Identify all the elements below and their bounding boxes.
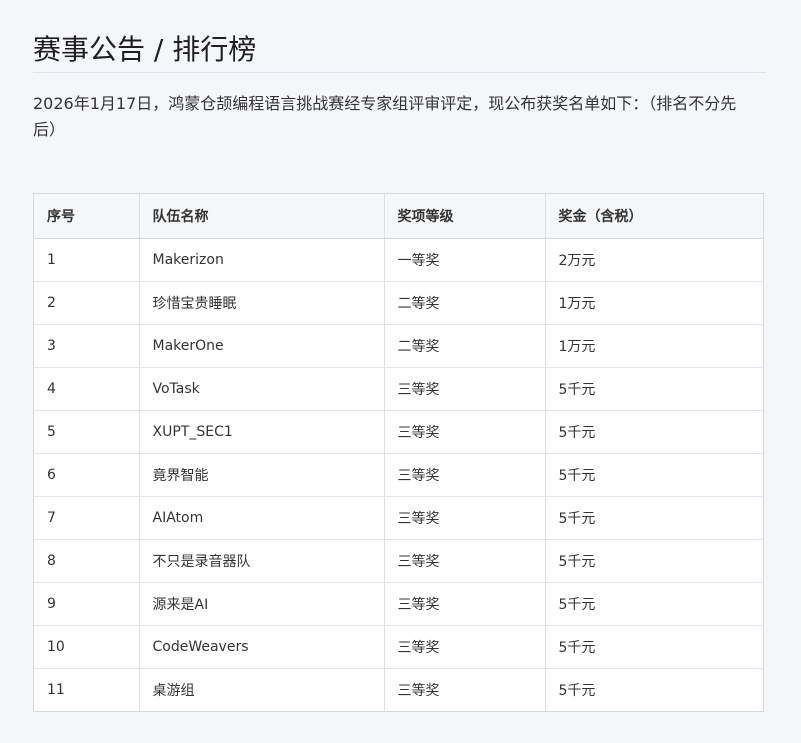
cell-rank: 6 xyxy=(34,453,140,497)
cell-team-name: 珍惜宝贵睡眠 xyxy=(139,281,385,325)
cell-prize: 2万元 xyxy=(545,238,763,282)
leaderboard-table: 序号 队伍名称 奖项等级 奖金（含税） 1 Makerizon 一等奖 2万元 … xyxy=(34,194,763,711)
cell-team-name: 桌游组 xyxy=(139,668,385,711)
cell-award-level: 二等奖 xyxy=(384,324,546,368)
cell-prize: 1万元 xyxy=(545,281,763,325)
cell-prize: 5千元 xyxy=(545,453,763,497)
cell-prize: 1万元 xyxy=(545,324,763,368)
cell-award-level: 三等奖 xyxy=(384,453,546,497)
cell-rank: 10 xyxy=(34,625,140,669)
table-row: 8 不只是录音器队 三等奖 5千元 xyxy=(34,539,763,583)
cell-team-name: 不只是录音器队 xyxy=(139,539,385,583)
cell-team-name: MakerOne xyxy=(139,324,385,368)
cell-prize: 5千元 xyxy=(545,539,763,583)
page-title: 赛事公告 / 排行榜 xyxy=(33,33,257,66)
cell-prize: 5千元 xyxy=(545,625,763,669)
title-divider xyxy=(33,72,766,73)
table-row: 1 Makerizon 一等奖 2万元 xyxy=(34,238,763,282)
cell-rank: 8 xyxy=(34,539,140,583)
announcement-text: 2026年1月17日，鸿蒙仓颉编程语言挑战赛经专家组评审评定，现公布获奖名单如下… xyxy=(33,94,737,139)
table-row: 3 MakerOne 二等奖 1万元 xyxy=(34,324,763,368)
table-row: 2 珍惜宝贵睡眠 二等奖 1万元 xyxy=(34,281,763,325)
column-header-prize: 奖金（含税） xyxy=(545,194,763,239)
table-row: 9 源来是AI 三等奖 5千元 xyxy=(34,582,763,626)
cell-award-level: 三等奖 xyxy=(384,410,546,454)
cell-prize: 5千元 xyxy=(545,410,763,454)
cell-prize: 5千元 xyxy=(545,367,763,411)
leaderboard-table-container: 序号 队伍名称 奖项等级 奖金（含税） 1 Makerizon 一等奖 2万元 … xyxy=(33,193,764,712)
table-row: 10 CodeWeavers 三等奖 5千元 xyxy=(34,625,763,669)
table-row: 5 XUPT_SEC1 三等奖 5千元 xyxy=(34,410,763,454)
cell-award-level: 三等奖 xyxy=(384,496,546,540)
cell-award-level: 三等奖 xyxy=(384,582,546,626)
cell-rank: 9 xyxy=(34,582,140,626)
cell-award-level: 一等奖 xyxy=(384,238,546,282)
cell-team-name: CodeWeavers xyxy=(139,625,385,669)
cell-award-level: 二等奖 xyxy=(384,281,546,325)
cell-team-name: Makerizon xyxy=(139,238,385,282)
table-body: 1 Makerizon 一等奖 2万元 2 珍惜宝贵睡眠 二等奖 1万元 3 M… xyxy=(34,238,763,711)
cell-team-name: AIAtom xyxy=(139,496,385,540)
cell-team-name: XUPT_SEC1 xyxy=(139,410,385,454)
column-header-team-name: 队伍名称 xyxy=(139,194,385,239)
cell-rank: 4 xyxy=(34,367,140,411)
cell-prize: 5千元 xyxy=(558,683,596,699)
cell-team-name: VoTask xyxy=(139,367,385,411)
announcement-page: 赛事公告 / 排行榜 2026年1月17日，鸿蒙仓颉编程语言挑战赛经专家组评审评… xyxy=(0,0,801,743)
cell-rank: 1 xyxy=(34,238,140,282)
table-row: 4 VoTask 三等奖 5千元 xyxy=(34,367,763,411)
cell-award-level: 三等奖 xyxy=(384,367,546,411)
cell-rank: 2 xyxy=(34,281,140,325)
column-header-award-level: 奖项等级 xyxy=(384,194,546,239)
cell-award-level: 三等奖 xyxy=(384,668,546,711)
table-row: 11 桌游组 三等奖 5千元 xyxy=(34,668,763,711)
cell-prize: 5千元 xyxy=(545,496,763,540)
cell-award-level: 三等奖 xyxy=(384,539,546,583)
cell-prize: 5千元 xyxy=(545,582,763,626)
cell-team-name: 源来是AI xyxy=(139,582,385,626)
column-header-rank: 序号 xyxy=(34,194,140,239)
table-row: 7 AIAtom 三等奖 5千元 xyxy=(34,496,763,540)
cell-rank: 11 xyxy=(34,668,140,711)
header-row: 序号 队伍名称 奖项等级 奖金（含税） xyxy=(34,194,763,239)
cell-team-name: 竟界智能 xyxy=(139,453,385,497)
cell-rank: 7 xyxy=(34,496,140,540)
table-row: 6 竟界智能 三等奖 5千元 xyxy=(34,453,763,497)
cell-award-level: 三等奖 xyxy=(384,625,546,669)
cell-rank: 3 xyxy=(34,324,140,368)
table-header: 序号 队伍名称 奖项等级 奖金（含税） xyxy=(34,194,763,239)
cell-rank: 5 xyxy=(34,410,140,454)
